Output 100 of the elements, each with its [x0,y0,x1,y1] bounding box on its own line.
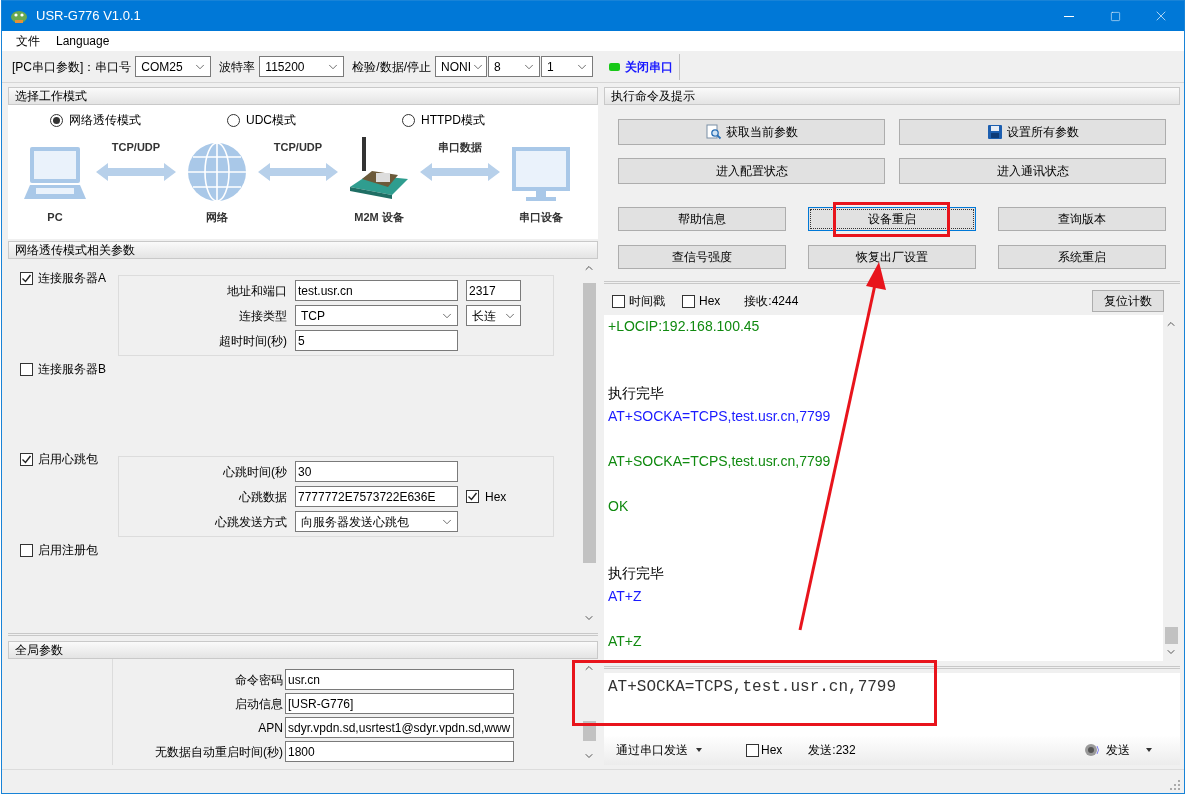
node-label: 串口设备 [519,210,563,225]
monitor-icon [510,145,572,203]
command-button[interactable]: 进入通讯状态 [899,158,1166,184]
log-line: OK [608,497,630,516]
dropdown[interactable]: COM25 [135,56,212,77]
command-button[interactable]: 设备重启 [808,207,976,231]
link-label: TCP/UDP [111,140,161,155]
log-line: 执行完毕 [608,384,665,403]
field-label: 启动信息 [234,695,283,713]
panel-header: 执行命令及提示 [604,87,1180,105]
dropdown[interactable]: TCP [295,305,458,326]
panel-header: 全局参数 [8,641,598,659]
panel-header: 选择工作模式 [8,87,598,105]
dropdown[interactable]: 1 [541,56,593,77]
input-field[interactable]: [USR-G776] [285,693,514,714]
input-field[interactable]: 2317 [466,280,521,301]
serial-toggle-button[interactable]: 关闭串口 [609,53,680,80]
link-label: TCP/UDP [273,140,323,155]
document-search-icon [705,124,722,140]
input-field[interactable]: 5 [295,330,458,351]
input-field[interactable]: 1800 [285,741,514,762]
command-button[interactable]: 获取当前参数 [618,119,885,145]
command-button[interactable]: 系统重启 [998,245,1166,269]
log-line: AT+SOCKA=TCPS,test.usr.cn,7799 [608,407,832,426]
send-button[interactable]: 发送 [1084,741,1152,759]
log-line: AT+SOCKA=TCPS,test.usr.cn,7799 [608,452,832,471]
command-button[interactable]: 恢复出厂设置 [808,245,976,269]
dropdown[interactable]: 向服务器发送心跳包 [295,511,458,532]
checkbox-label: 启用心跳包 [38,451,98,468]
input-field[interactable]: test.usr.cn [295,280,458,301]
checkbox[interactable] [466,490,479,503]
input-field[interactable]: 30 [295,461,458,482]
checkbox[interactable] [682,294,695,308]
checkbox-label: Hex [761,742,783,759]
log-line: 执行完毕 [608,564,665,583]
send-channel-dropdown[interactable]: 通过串口发送 [616,741,702,759]
field-label: APN [257,719,283,737]
node-label: 网络 [206,210,228,225]
radio-label: 网络透传模式 [69,112,141,129]
checkbox[interactable] [746,743,759,757]
dropdown[interactable]: 8 [488,56,540,77]
resize-grip-icon [1170,780,1180,790]
dropdown[interactable]: 115200 [259,56,345,77]
menu-item[interactable]: Language [56,32,110,50]
command-button[interactable]: 进入配置状态 [618,158,885,184]
command-button[interactable]: 查信号强度 [618,245,786,269]
log-line: AT+Z [608,587,643,606]
field-label: 波特率 [219,58,256,76]
input-field[interactable]: sdyr.vpdn.sd,usrtest1@sdyr.vpdn.sd,www [285,717,514,738]
checkbox-label: 时间戳 [629,293,665,310]
field-label: [PC串口参数]：串口号 [12,58,132,76]
checkbox[interactable] [20,271,33,285]
checkbox-label: 连接服务器B [38,361,106,378]
radio-button[interactable] [402,113,415,127]
radio-label: UDC模式 [246,112,296,129]
log-line: AT+Z [608,632,643,651]
node-label: PC [47,210,63,225]
radio-label: HTTPD模式 [421,112,485,129]
reset-count-button[interactable]: 复位计数 [1092,290,1164,312]
window-title: USR-G776 V1.0.1 [36,7,141,26]
panel-header: 网络透传模式相关参数 [8,241,598,259]
checkbox[interactable] [612,294,625,308]
checkbox[interactable] [20,452,33,466]
command-button[interactable]: 帮助信息 [618,207,786,231]
checkbox[interactable] [20,543,33,557]
checkbox-label: Hex [699,293,721,310]
double-arrow-icon [258,161,338,182]
field-label: 地址和端口 [226,282,287,300]
scroll-thumb[interactable] [1165,627,1178,644]
node-label: M2M 设备 [354,210,404,225]
field-label: 无数据自动重启时间(秒) [154,743,283,761]
field-label: 连接类型 [238,307,287,325]
radio-button[interactable] [50,113,63,127]
field-label: 检验/数据/停止 [352,58,431,76]
menu-item[interactable]: 文件 [16,32,40,50]
minimize-icon [1064,15,1074,17]
radio-button[interactable] [227,113,240,127]
command-button[interactable]: 查询版本 [998,207,1166,231]
send-count: 发送:232 [808,742,856,759]
dropdown[interactable]: 长连 [466,305,521,326]
field-label: 心跳发送方式 [214,513,287,531]
double-arrow-icon [420,161,500,182]
checkbox-label: 连接服务器A [38,270,106,287]
speaker-icon [1084,742,1100,758]
checkbox-label: Hex [485,488,507,506]
dropdown[interactable]: NONI [435,56,487,77]
input-field[interactable]: usr.cn [285,669,514,690]
input-field[interactable]: 7777772E7573722E636E [295,486,458,507]
maximize-icon [1109,10,1121,22]
command-button[interactable]: 设置所有参数 [899,119,1166,145]
scroll-thumb[interactable] [583,283,596,563]
checkbox[interactable] [20,362,33,376]
receive-count: 接收:4244 [744,293,799,310]
log-line: +LOCIP:192.168.100.45 [608,317,761,336]
send-input[interactable]: AT+SOCKA=TCPS,test.usr.cn,7799 [604,673,1180,735]
field-label: 超时时间(秒) [218,332,287,350]
field-label: 心跳数据 [238,488,287,506]
app-logo-icon [10,8,28,24]
double-arrow-icon [96,161,176,182]
field-label: 心跳时间(秒 [222,463,287,481]
